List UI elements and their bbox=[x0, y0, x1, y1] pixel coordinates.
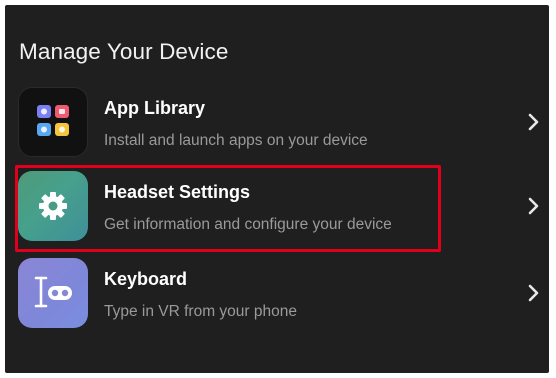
chevron-right-icon[interactable] bbox=[527, 195, 541, 217]
list-item-keyboard[interactable]: Keyboard Type in VR from your phone bbox=[5, 254, 549, 334]
list-item-headset-settings[interactable]: Headset Settings Get information and con… bbox=[5, 167, 549, 247]
chevron-right-icon[interactable] bbox=[527, 111, 541, 133]
gear-icon bbox=[18, 171, 88, 241]
list-item-description: Type in VR from your phone bbox=[104, 303, 297, 320]
list-item-title: App Library bbox=[104, 98, 206, 118]
keyboard-icon bbox=[18, 258, 88, 328]
list-item-description: Install and launch apps on your device bbox=[104, 132, 368, 149]
list-item-title: Headset Settings bbox=[104, 182, 251, 202]
list-item-app-library[interactable]: App Library Install and launch apps on y… bbox=[5, 83, 549, 163]
list-item-title: Keyboard bbox=[104, 269, 188, 289]
manage-device-panel: Manage Your Device App Library Install a… bbox=[5, 5, 549, 373]
page-title: Manage Your Device bbox=[19, 39, 229, 64]
list-item-description: Get information and configure your devic… bbox=[104, 216, 392, 233]
app-grid-icon bbox=[18, 87, 88, 157]
chevron-right-icon[interactable] bbox=[527, 282, 541, 304]
